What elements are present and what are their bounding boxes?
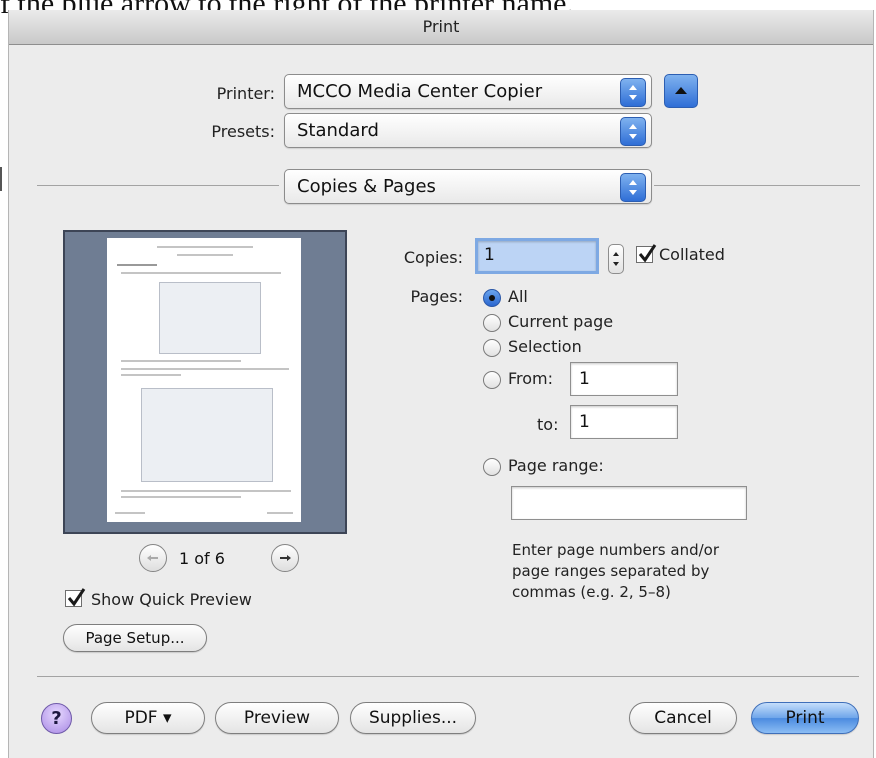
- radio-all[interactable]: [483, 289, 501, 307]
- show-quick-preview-checkbox[interactable]: [65, 588, 86, 607]
- title-bar: Print: [9, 10, 873, 45]
- copies-label: Copies:: [403, 248, 463, 267]
- right-arrow-icon: [280, 555, 291, 561]
- updown-arrows-icon: [620, 117, 646, 146]
- pages-label: Pages:: [410, 287, 463, 306]
- radio-from[interactable]: [483, 371, 501, 389]
- collated-checkbox[interactable]: [636, 244, 657, 263]
- from-label: From:: [508, 369, 554, 388]
- checkmark-icon: [67, 588, 86, 607]
- page-range-help-text: Enter page numbers and/or page ranges se…: [512, 540, 719, 603]
- radio-all-label: All: [508, 287, 528, 306]
- copies-stepper[interactable]: [608, 244, 624, 274]
- radio-selection[interactable]: [483, 339, 501, 357]
- page-setup-button[interactable]: Page Setup...: [63, 624, 207, 652]
- next-page-button[interactable]: [271, 544, 299, 572]
- disclosure-button[interactable]: [664, 74, 698, 108]
- updown-arrows-icon: [620, 173, 646, 202]
- printer-label: Printer:: [216, 84, 275, 103]
- left-arrow-icon: [147, 555, 158, 561]
- pdf-menu-button[interactable]: PDF ▾: [91, 702, 205, 734]
- page-indicator: 1 of 6: [179, 549, 225, 568]
- page-preview: [63, 230, 347, 534]
- print-dialog: Print Printer: MCCO Media Center Copier …: [8, 10, 874, 758]
- to-label: to:: [537, 415, 559, 434]
- triangle-up-icon: [675, 87, 687, 94]
- help-line-2: page ranges separated by: [512, 562, 710, 580]
- printer-popup[interactable]: MCCO Media Center Copier: [284, 74, 652, 109]
- presets-value: Standard: [297, 120, 379, 141]
- copies-field[interactable]: 1: [475, 238, 599, 274]
- from-field[interactable]: 1: [570, 362, 678, 396]
- preview-button[interactable]: Preview: [215, 702, 339, 734]
- section-popup[interactable]: Copies & Pages: [284, 169, 652, 204]
- help-line-3: commas (e.g. 2, 5–8): [512, 583, 671, 601]
- updown-arrows-icon: [620, 78, 646, 107]
- preview-page-thumbnail: [107, 238, 301, 522]
- section-value: Copies & Pages: [297, 176, 436, 197]
- radio-current-page-label: Current page: [508, 312, 614, 331]
- show-quick-preview-label: Show Quick Preview: [91, 590, 252, 609]
- separator-left: [37, 185, 279, 186]
- radio-page-range[interactable]: [483, 458, 501, 476]
- page-range-field[interactable]: [511, 486, 747, 520]
- window-title: Print: [422, 17, 460, 36]
- cancel-button[interactable]: Cancel: [629, 702, 737, 734]
- printer-value: MCCO Media Center Copier: [297, 81, 543, 102]
- page-range-label: Page range:: [508, 456, 604, 475]
- help-button[interactable]: ?: [41, 703, 72, 734]
- presets-popup[interactable]: Standard: [284, 113, 652, 148]
- supplies-button[interactable]: Supplies...: [350, 702, 476, 734]
- updown-arrows-icon: [613, 252, 619, 266]
- help-line-1: Enter page numbers and/or: [512, 541, 720, 559]
- print-button[interactable]: Print: [751, 702, 859, 734]
- collated-label: Collated: [659, 245, 725, 264]
- checkmark-icon: [638, 244, 657, 263]
- radio-current-page[interactable]: [483, 314, 501, 332]
- bottom-separator: [37, 676, 859, 677]
- to-field[interactable]: 1: [570, 405, 678, 439]
- previous-page-button[interactable]: [139, 544, 167, 572]
- presets-label: Presets:: [211, 122, 275, 141]
- radio-selection-label: Selection: [508, 337, 582, 356]
- window-edge-mark: [0, 167, 2, 191]
- separator-right: [654, 185, 860, 186]
